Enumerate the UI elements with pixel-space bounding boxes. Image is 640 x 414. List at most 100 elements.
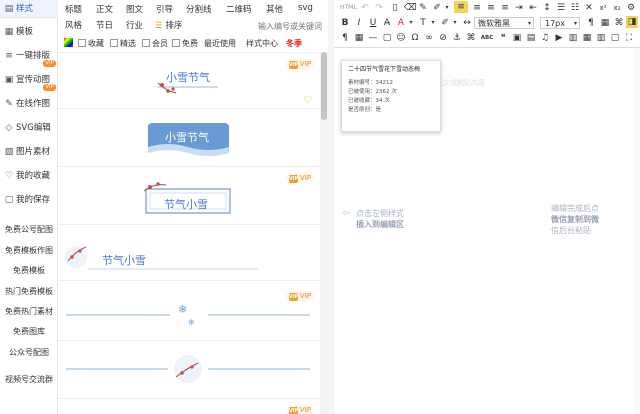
music-icon[interactable]: ♫ xyxy=(540,32,550,44)
superscript-icon[interactable]: x² xyxy=(598,2,608,14)
style-center-link[interactable]: 样式中心 xyxy=(246,38,278,49)
italic-button[interactable]: I xyxy=(354,17,364,29)
clear-format-icon[interactable]: ⌫ xyxy=(404,2,417,14)
checkbox[interactable] xyxy=(142,39,150,47)
style-card[interactable]: VIP VIP ❄ ❄ xyxy=(58,281,320,341)
text-size-icon[interactable]: T xyxy=(418,17,428,29)
style-card[interactable] xyxy=(58,341,320,399)
table-insert-icon[interactable]: ▦ xyxy=(354,32,364,44)
style-card[interactable]: VIP VIP 小雪节气 ♡ xyxy=(58,53,320,109)
special-char-icon[interactable]: Ω xyxy=(410,32,420,44)
checkbox[interactable] xyxy=(78,39,86,47)
cat-body[interactable]: 正文 xyxy=(96,3,113,15)
sidebar-item-draw[interactable]: ✎ 在线作图 xyxy=(0,95,58,113)
horizontal-rule-icon[interactable]: — xyxy=(368,32,378,44)
multi-image-icon[interactable]: ▤ xyxy=(526,32,536,44)
align-left-icon[interactable]: ≡ xyxy=(454,1,468,13)
chevron-down-icon[interactable]: ▾ xyxy=(452,17,458,29)
filter-featured[interactable]: 精选 xyxy=(110,38,136,49)
promo-link[interactable]: 免费模板 xyxy=(0,265,58,276)
sort-button[interactable]: ☰ 排序 xyxy=(155,19,182,31)
promo-link[interactable]: 免费图库 xyxy=(0,326,58,337)
style-list-scrollbar[interactable] xyxy=(320,52,328,414)
box-icon[interactable]: ▢ xyxy=(382,32,392,44)
promo-link[interactable]: 免费热门素材 xyxy=(0,306,58,317)
quote-icon[interactable]: ❝ xyxy=(498,32,508,44)
preview-icon[interactable]: ▢ xyxy=(610,32,620,44)
grid-icon[interactable]: ▦ xyxy=(582,32,592,44)
indent-icon[interactable]: ⇥ xyxy=(514,2,524,14)
editor-scrollbar[interactable] xyxy=(634,48,640,414)
sidebar-item-template[interactable]: ▦ 模板 xyxy=(0,23,58,41)
abc-icon[interactable]: ABC xyxy=(480,32,494,44)
style-card[interactable]: VIP VIP 节气小雪 xyxy=(58,167,320,225)
anchor-icon[interactable]: ⚓ xyxy=(452,32,462,44)
promo-link[interactable]: 免费模板作图 xyxy=(0,245,58,256)
sidebar-item-favorites[interactable]: ♡ 我的收藏 xyxy=(0,167,58,185)
redo-icon[interactable]: ↷ xyxy=(374,2,384,14)
winter-tag[interactable]: 冬季 xyxy=(286,38,302,49)
font-family-select[interactable]: 微软雅黑 ▾ xyxy=(474,17,534,29)
checkbox[interactable] xyxy=(110,39,118,47)
recent-used-link[interactable]: 最近使用 xyxy=(204,38,236,49)
paint-icon[interactable]: ✐ xyxy=(432,2,442,14)
outdent-icon[interactable]: ⇤ xyxy=(528,2,538,14)
filter-free[interactable]: 免费 xyxy=(172,38,198,49)
sidebar-item-svg[interactable]: ◇ SVG编辑 xyxy=(0,119,58,137)
checkbox[interactable] xyxy=(172,39,180,47)
paragraph-icon[interactable]: ¶ xyxy=(586,17,596,29)
sidebar-item-image[interactable]: ▨ 图片素材 xyxy=(0,143,58,161)
promo-link[interactable]: 热门免费模板 xyxy=(0,286,58,297)
bold-button[interactable]: B xyxy=(340,17,350,29)
strikethrough-icon[interactable]: A̶ xyxy=(382,17,392,29)
color-picker-icon[interactable] xyxy=(64,38,73,48)
cat-guide[interactable]: 引导 xyxy=(156,3,173,15)
cat-qrcode[interactable]: 二维码 xyxy=(226,3,252,15)
heart-icon[interactable]: ♡ xyxy=(303,95,312,106)
subscript-icon[interactable]: x₂ xyxy=(612,2,622,14)
promo-link[interactable]: 免费公号配图 xyxy=(0,224,58,235)
settings-icon[interactable]: ⚙ xyxy=(626,2,636,14)
cat-festival[interactable]: 节日 xyxy=(96,19,113,31)
align-justify-icon[interactable]: ≡ xyxy=(500,2,510,14)
style-card[interactable]: 小雪节气 xyxy=(58,109,320,167)
unlink-icon[interactable]: ⊘ xyxy=(438,32,448,44)
cat-svg[interactable]: svg xyxy=(298,3,313,13)
chevron-down-icon[interactable]: ▾ xyxy=(408,17,414,29)
link-icon[interactable]: ⌘ xyxy=(614,17,624,29)
format-paint-icon[interactable]: ◨ xyxy=(626,16,638,28)
clear-icon[interactable]: ✕ xyxy=(584,2,594,14)
promo-link[interactable]: 公众号配图 xyxy=(0,347,58,358)
letter-spacing-icon[interactable]: ↔ xyxy=(462,17,472,29)
scrollbar-thumb[interactable] xyxy=(321,52,327,120)
filter-favorites[interactable]: 收藏 xyxy=(78,38,104,49)
sidebar-item-style[interactable]: ▤ 样式 xyxy=(0,0,58,18)
font-size-select[interactable]: 17px ▾ xyxy=(540,17,580,29)
format-brush-icon[interactable]: ✎ xyxy=(418,2,428,14)
columns-icon[interactable]: ▥ xyxy=(596,32,606,44)
new-doc-icon[interactable]: ▯ xyxy=(390,2,400,14)
emoji-icon[interactable]: ☺ xyxy=(396,32,406,44)
underline-button[interactable]: U xyxy=(368,17,378,29)
line-height-icon[interactable]: ↕ xyxy=(542,2,552,14)
layout-insert-icon[interactable]: ▥ xyxy=(568,32,578,44)
filter-member[interactable]: 会员 xyxy=(142,38,168,49)
list-icon[interactable]: ☰ xyxy=(556,2,566,14)
sidebar-item-gif[interactable]: ▣ 宣传动图 VIP xyxy=(0,71,58,91)
align-center-icon[interactable]: ≡ xyxy=(472,2,482,14)
numbered-list-icon[interactable]: ☷ xyxy=(570,2,580,14)
style-card[interactable]: VIP VIP xyxy=(58,399,320,414)
promo-link[interactable]: 视频号交流群 xyxy=(0,374,58,385)
sidebar-item-saved[interactable]: ▢ 我的保存 xyxy=(0,191,58,209)
image-insert-icon[interactable]: ▣ xyxy=(512,32,522,44)
cat-style[interactable]: 风格 xyxy=(65,19,82,31)
highlight-icon[interactable]: ✐ xyxy=(440,17,450,29)
paragraph-mark-icon[interactable]: ¶ xyxy=(340,32,350,44)
align-right-icon[interactable]: ≡ xyxy=(486,2,496,14)
html-button[interactable]: HTML xyxy=(340,2,357,14)
sidebar-item-layout[interactable]: ≡ 一键排版 VIP xyxy=(0,47,58,67)
code-icon[interactable]: ⌘ xyxy=(466,32,476,44)
cat-industry[interactable]: 行业 xyxy=(126,19,143,31)
chevron-down-icon[interactable]: ▾ xyxy=(444,2,450,14)
cat-divider[interactable]: 分割线 xyxy=(186,3,212,15)
